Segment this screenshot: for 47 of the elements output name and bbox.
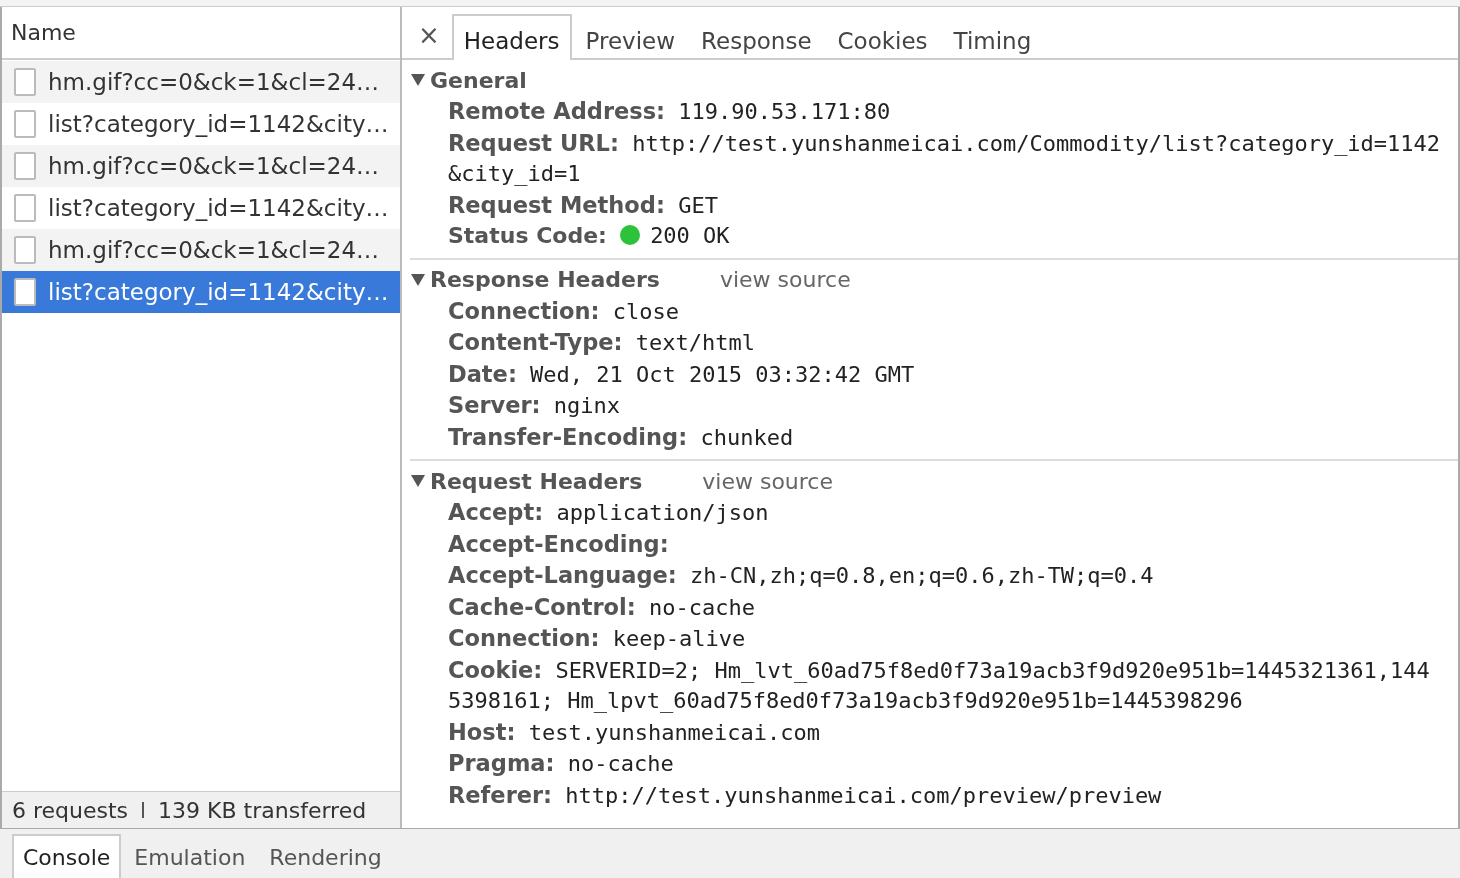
section-title[interactable]: General	[430, 67, 527, 93]
header-line: Content-Type: text/html	[448, 328, 756, 357]
request-row[interactable]: hm.gif?cc=0&ck=1&cl=24…	[2, 61, 400, 103]
collapse-triangle-icon[interactable]	[410, 73, 426, 87]
header-line: Accept-Encoding:	[448, 529, 670, 559]
header-line: Transfer-Encoding: chunked	[448, 422, 795, 452]
tab[interactable]: Headers	[451, 14, 572, 60]
header-line: Date: Wed, 21 Oct 2015 03:32:42 GMT	[448, 359, 916, 389]
section-title[interactable]: Request Headers	[430, 468, 643, 494]
header-line: Host: test.yunshanmeicai.com	[448, 717, 822, 747]
request-row[interactable]: hm.gif?cc=0&ck=1&cl=24…	[2, 145, 400, 187]
header-line: Accept-Language: zh-CN,zh;q=0.8,en;q=0.6,zh-TW;q=0.4	[448, 561, 1155, 590]
tab[interactable]: Timing	[941, 14, 1044, 60]
collapse-triangle-icon[interactable]	[410, 272, 426, 287]
header-line: Connection: keep-alive	[448, 624, 747, 653]
header-line: Accept: application/json	[448, 498, 770, 527]
header-line: Pragma: no-cache	[448, 749, 675, 778]
header-line: Remote Address: 119.90.53.171:80	[448, 97, 892, 126]
tab[interactable]: Response	[689, 14, 824, 60]
drawer-tab[interactable]: Console	[12, 834, 122, 878]
file-icon	[14, 152, 36, 180]
summary-text: 6 requests	[12, 797, 129, 823]
request-row[interactable]: hm.gif?cc=0&ck=1&cl=24…	[2, 229, 400, 271]
section-title[interactable]: Response Headers	[430, 267, 660, 292]
header-line: Request Method: GET	[448, 190, 719, 220]
header-line: Connection: close	[448, 296, 681, 326]
close-button[interactable]: ×	[408, 20, 450, 58]
view-source-link[interactable]: view source	[702, 468, 833, 494]
summary-text: 139 KB transferred	[158, 797, 367, 823]
file-icon	[14, 68, 36, 96]
header-name: Status Code:	[448, 223, 607, 248]
file-icon	[14, 278, 36, 306]
file-icon	[14, 110, 36, 138]
file-icon	[14, 236, 36, 264]
request-row[interactable]: list?category_id=1142&city…	[2, 271, 400, 313]
header-line: Server: nginx	[448, 391, 622, 420]
tab[interactable]: Cookies	[825, 14, 940, 60]
view-source-link[interactable]: view source	[719, 267, 851, 292]
tab[interactable]: Preview	[573, 14, 688, 60]
collapse-triangle-icon[interactable]	[410, 474, 426, 488]
file-icon	[14, 194, 36, 222]
header-line: Cache-Control: no-cache	[448, 592, 756, 622]
header-line: Request URL: http://test.yunshanmeicai.com/Commodity/list?category_id=1142&city_id=1	[448, 128, 1442, 188]
header-line: Referer: http://test.yunshanmeicai.com/preview/preview	[448, 780, 1163, 810]
drawer-tab[interactable]: Rendering	[258, 834, 393, 878]
drawer-tab[interactable]: Emulation	[123, 834, 257, 878]
header-value: 200 OK	[650, 223, 730, 248]
